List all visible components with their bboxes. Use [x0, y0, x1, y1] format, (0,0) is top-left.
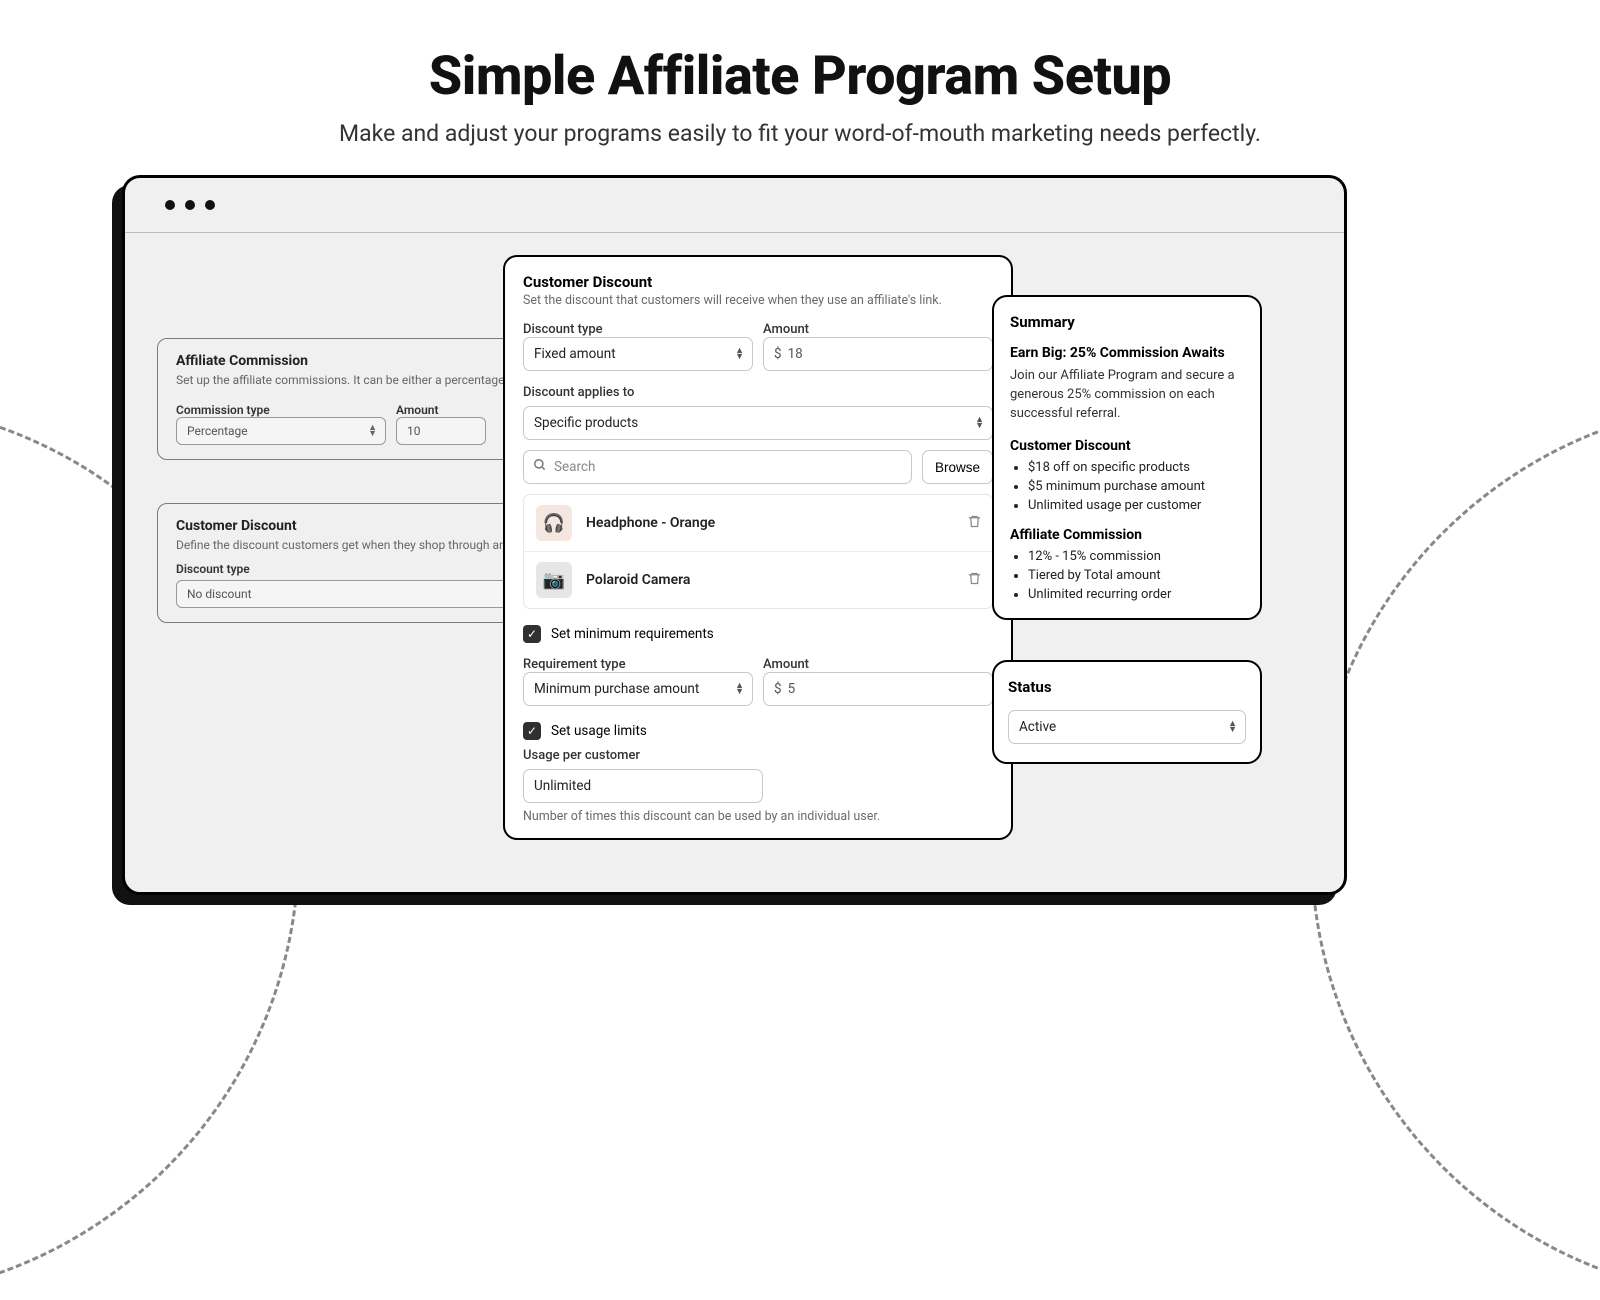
page-subtitle: Make and adjust your programs easily to …: [0, 120, 1600, 147]
decorative-circle-right: [1310, 400, 1600, 1300]
discount-amount-label: Amount: [763, 322, 993, 337]
usage-limits-label: Set usage limits: [551, 723, 647, 739]
currency-symbol: $: [774, 346, 782, 362]
summary-ac-list: 12% - 15% commission Tiered by Total amo…: [1028, 549, 1244, 602]
currency-symbol: $: [774, 681, 782, 697]
commission-type-label: Commission type: [176, 403, 386, 417]
search-icon: [533, 458, 547, 476]
discount-type-value: Fixed amount: [534, 346, 616, 362]
trash-icon[interactable]: [967, 571, 982, 590]
requirement-amount-value: 5: [788, 681, 796, 697]
page-title: Simple Affiliate Program Setup: [0, 45, 1600, 108]
window-dot: [165, 200, 175, 210]
commission-type-select[interactable]: Percentage ▲▼: [176, 417, 386, 445]
commission-type-value: Percentage: [187, 424, 248, 438]
commission-amount-label: Amount: [396, 403, 486, 417]
chevron-updown-icon: ▲▼: [975, 417, 984, 429]
chevron-updown-icon: ▲▼: [735, 683, 744, 695]
trash-icon[interactable]: [967, 514, 982, 533]
status-title: Status: [1008, 678, 1246, 696]
chevron-updown-icon: ▲▼: [368, 425, 377, 437]
requirement-type-select[interactable]: Minimum purchase amount ▲▼: [523, 672, 753, 706]
product-name: Headphone - Orange: [586, 515, 715, 531]
product-row: 📷 Polaroid Camera: [524, 552, 992, 608]
summary-item: Unlimited usage per customer: [1028, 498, 1244, 513]
requirement-type-value: Minimum purchase amount: [534, 681, 699, 697]
status-select[interactable]: Active ▲▼: [1008, 710, 1246, 744]
min-requirements-checkbox[interactable]: ✓: [523, 625, 541, 643]
summary-cd-list: $18 off on specific products $5 minimum …: [1028, 460, 1244, 513]
requirement-amount-label: Amount: [763, 657, 993, 672]
summary-description: Join our Affiliate Program and secure a …: [1010, 367, 1244, 424]
discount-amount-input[interactable]: $ 18: [763, 337, 993, 371]
discount-type-label: Discount type: [523, 322, 753, 337]
product-thumb: 🎧: [536, 505, 572, 541]
summary-item: Unlimited recurring order: [1028, 587, 1244, 602]
product-list: 🎧 Headphone - Orange 📷 Polaroid Camera: [523, 494, 993, 609]
discount-type-value: No discount: [187, 587, 252, 601]
customer-discount-popover: Customer Discount Set the discount that …: [503, 255, 1013, 840]
window-dot: [205, 200, 215, 210]
discount-type-select[interactable]: Fixed amount ▲▼: [523, 337, 753, 371]
requirement-type-label: Requirement type: [523, 657, 753, 672]
summary-headline: Earn Big: 25% Commission Awaits: [1010, 345, 1244, 361]
applies-to-select[interactable]: Specific products ▲▼: [523, 406, 993, 440]
summary-title: Summary: [1010, 313, 1244, 331]
summary-item: $5 minimum purchase amount: [1028, 479, 1244, 494]
usage-hint: Number of times this discount can be use…: [523, 809, 993, 824]
min-requirements-label: Set minimum requirements: [551, 626, 714, 642]
window-titlebar: [125, 178, 1344, 233]
popover-title: Customer Discount: [523, 273, 993, 291]
chevron-updown-icon: ▲▼: [1228, 721, 1237, 733]
summary-item: $18 off on specific products: [1028, 460, 1244, 475]
product-row: 🎧 Headphone - Orange: [524, 495, 992, 552]
commission-amount-input[interactable]: 10: [396, 417, 486, 445]
search-placeholder: Search: [554, 459, 595, 475]
browse-button[interactable]: Browse: [922, 450, 993, 484]
applies-to-value: Specific products: [534, 415, 638, 431]
product-thumb: 📷: [536, 562, 572, 598]
applies-to-label: Discount applies to: [523, 385, 993, 400]
usage-per-customer-label: Usage per customer: [523, 748, 993, 763]
summary-item: Tiered by Total amount: [1028, 568, 1244, 583]
chevron-updown-icon: ▲▼: [735, 348, 744, 360]
product-name: Polaroid Camera: [586, 572, 690, 588]
summary-item: 12% - 15% commission: [1028, 549, 1244, 564]
usage-limits-checkbox[interactable]: ✓: [523, 722, 541, 740]
requirement-amount-input[interactable]: $ 5: [763, 672, 993, 706]
discount-amount-value: 18: [788, 346, 803, 362]
status-card: Status Active ▲▼: [992, 660, 1262, 764]
summary-card: Summary Earn Big: 25% Commission Awaits …: [992, 295, 1262, 620]
summary-ac-heading: Affiliate Commission: [1010, 527, 1244, 543]
summary-cd-heading: Customer Discount: [1010, 438, 1244, 454]
popover-subtitle: Set the discount that customers will rec…: [523, 293, 993, 308]
status-value: Active: [1019, 719, 1056, 735]
usage-per-customer-input[interactable]: Unlimited: [523, 769, 763, 803]
window-dot: [185, 200, 195, 210]
product-search-input[interactable]: Search: [523, 450, 912, 484]
